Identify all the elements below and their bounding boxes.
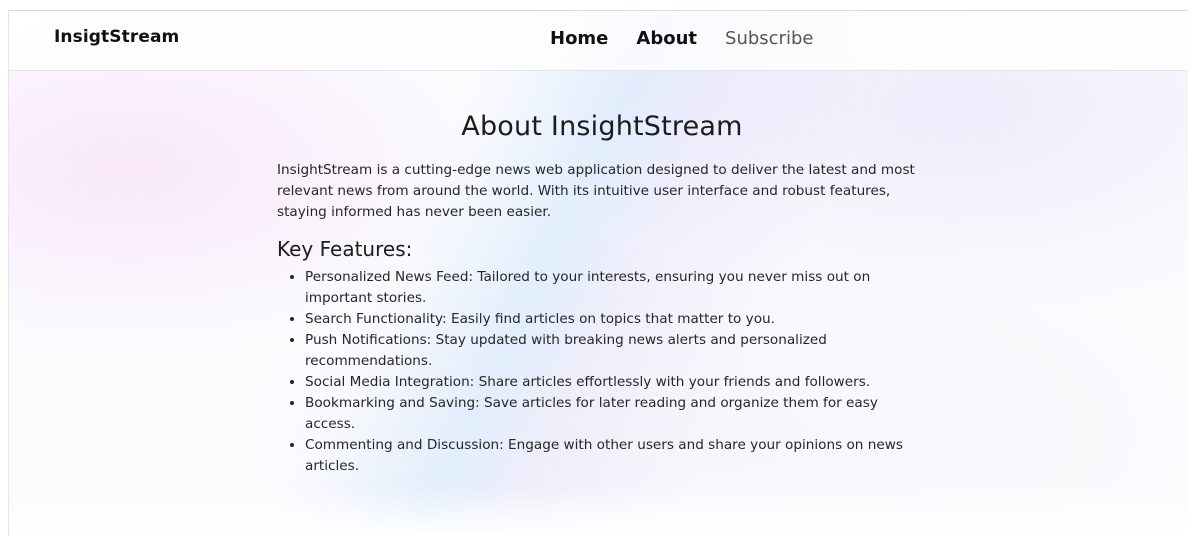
nav-link-home[interactable]: Home <box>550 28 608 49</box>
nav-link-about[interactable]: About <box>636 28 697 49</box>
feature-item-commenting: Commenting and Discussion: Engage with o… <box>305 435 927 477</box>
intro-paragraph: InsightStream is a cutting-edge news web… <box>277 162 915 220</box>
about-section: About InsightStream InsightStream is a c… <box>277 111 927 477</box>
page-title: About InsightStream <box>461 111 743 142</box>
page-frame: InsigtStream Home About Subscribe About … <box>8 10 1188 536</box>
feature-item-push-notifications: Push Notifications: Stay updated with br… <box>305 330 927 372</box>
nav-link-subscribe[interactable]: Subscribe <box>725 28 813 49</box>
navbar: InsigtStream Home About Subscribe <box>9 11 1188 71</box>
features-list: Personalized News Feed: Tailored to your… <box>277 267 927 477</box>
feature-item-bookmarking: Bookmarking and Saving: Save articles fo… <box>305 393 927 435</box>
brand-logo[interactable]: InsigtStream <box>54 27 179 47</box>
nav-links: Home About Subscribe <box>550 28 813 49</box>
feature-item-social-media: Social Media Integration: Share articles… <box>305 372 927 393</box>
background-fade <box>9 486 1188 536</box>
feature-item-personalized-feed: Personalized News Feed: Tailored to your… <box>305 267 927 309</box>
features-heading: Key Features: <box>277 237 413 261</box>
feature-item-search: Search Functionality: Easily find articl… <box>305 309 927 330</box>
